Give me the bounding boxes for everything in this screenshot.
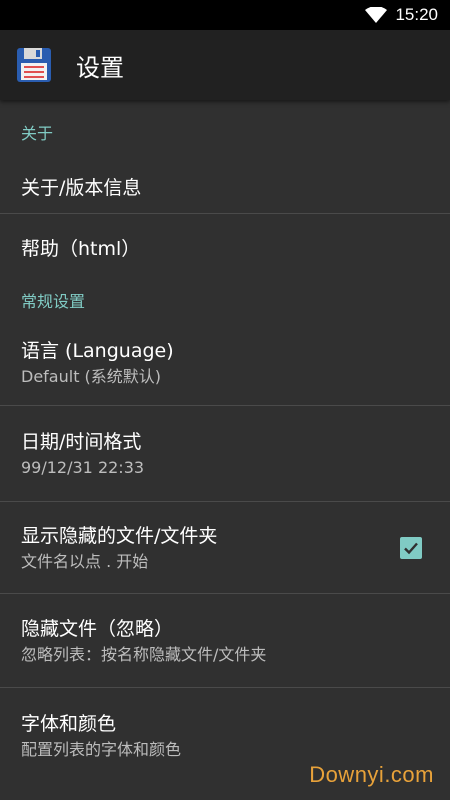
show-hidden-checkbox[interactable] [400, 536, 422, 559]
setting-summary: Default (系统默认) [21, 366, 162, 386]
setting-language[interactable]: 语言 (Language) Default (系统默认) [0, 320, 450, 406]
setting-label: 语言 (Language) [21, 339, 174, 362]
setting-label: 关于/版本信息 [21, 176, 142, 199]
setting-help[interactable]: 帮助（html） [0, 214, 450, 284]
app-bar: 设置 [0, 30, 450, 100]
watermark: Downyi.com [309, 762, 434, 787]
setting-label: 日期/时间格式 [21, 430, 142, 453]
floppy-disk-icon[interactable] [16, 47, 52, 83]
check-icon [404, 542, 418, 554]
setting-hide-files[interactable]: 隐藏文件（忽略） 忽略列表：按名称隐藏文件/文件夹 [0, 594, 450, 688]
setting-summary: 99/12/31 22:33 [21, 457, 145, 477]
section-header-about: 关于 [21, 124, 54, 143]
setting-show-hidden[interactable]: 显示隐藏的文件/文件夹 文件名以点 . 开始 [0, 502, 450, 594]
setting-label: 帮助（html） [21, 238, 141, 260]
page-title: 设置 [76, 53, 124, 82]
setting-datetime-format[interactable]: 日期/时间格式 99/12/31 22:33 [0, 406, 450, 502]
section-header-general: 常规设置 [21, 292, 86, 311]
setting-label: 隐藏文件（忽略） [21, 617, 174, 640]
setting-summary: 文件名以点 . 开始 [21, 551, 149, 571]
status-bar: 15:20 [0, 0, 450, 30]
status-time: 15:20 [395, 5, 438, 24]
settings-list: 关于 关于/版本信息 帮助（html） 常规设置 语言 (Language) D… [0, 100, 450, 784]
wifi-icon [365, 7, 388, 23]
setting-about-version[interactable]: 关于/版本信息 [0, 162, 450, 214]
setting-label: 显示隐藏的文件/文件夹 [21, 524, 218, 547]
setting-summary: 配置列表的字体和颜色 [21, 740, 182, 759]
setting-label: 字体和颜色 [21, 713, 117, 735]
setting-summary: 忽略列表：按名称隐藏文件/文件夹 [21, 644, 267, 664]
